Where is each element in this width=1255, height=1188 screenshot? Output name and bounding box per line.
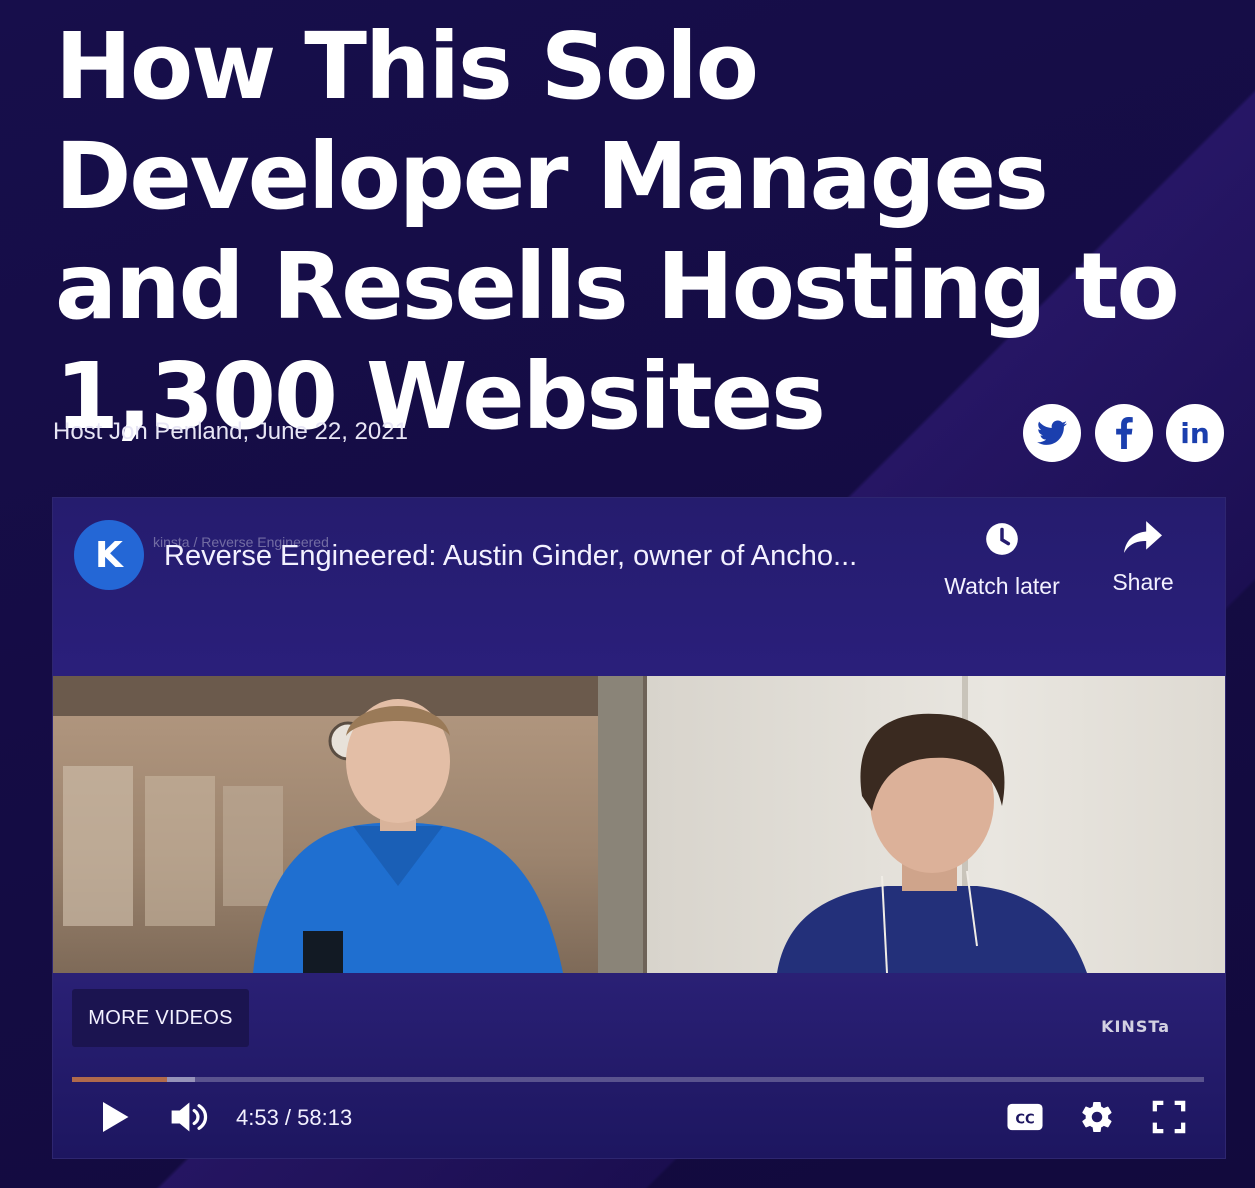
share-label: Share [1112,569,1174,595]
share-button[interactable]: Share [1098,520,1188,596]
video-player[interactable]: K kinsta / Reverse Engineered Reverse En… [52,497,1226,1159]
volume-icon [170,1099,212,1140]
linkedin-share-button[interactable]: in [1166,404,1224,462]
video-title[interactable]: Reverse Engineered: Austin Ginder, owner… [164,540,857,573]
video-frame[interactable] [53,676,1225,973]
player-header: K kinsta / Reverse Engineered Reverse En… [53,498,1225,676]
article-byline: Host Jon Penland, June 22, 2021 [53,418,408,445]
twitter-share-button[interactable] [1023,404,1081,462]
facebook-icon [1114,417,1134,449]
play-button[interactable] [95,1099,135,1139]
twitter-icon [1037,420,1067,446]
channel-avatar[interactable]: K [74,520,144,590]
channel-watermark[interactable]: KINSTa [1101,1017,1170,1036]
play-icon [100,1100,130,1139]
closed-captions-button[interactable]: CC [1003,1099,1047,1139]
settings-gear-icon [1079,1099,1115,1140]
host-webcam-image [53,676,643,973]
facebook-share-button[interactable] [1095,404,1153,462]
fullscreen-icon [1152,1100,1186,1139]
more-videos-button[interactable]: MORE VIDEOS [72,989,249,1047]
progress-played [72,1077,168,1082]
player-controls-area: MORE VIDEOS KINSTa 4:53 / 58:13 CC [53,973,1225,1158]
share-arrow-icon [1124,521,1162,558]
progress-bar[interactable] [72,1077,1204,1082]
watch-later-label: Watch later [944,573,1060,599]
volume-button[interactable] [166,1099,216,1139]
guest-webcam-image [777,676,1087,973]
linkedin-icon: in [1180,416,1210,450]
article-headline: How This Solo Developer Manages and Rese… [55,13,1180,450]
watch-later-button[interactable]: Watch later [937,520,1067,600]
fullscreen-button[interactable] [1147,1099,1191,1139]
channel-avatar-letter: K [95,534,123,576]
video-pane-host [53,676,643,973]
video-pane-guest [647,676,1225,973]
settings-button[interactable] [1075,1099,1119,1139]
time-display: 4:53 / 58:13 [236,1105,353,1130]
closed-captions-icon: CC [1006,1102,1044,1137]
clock-icon [983,523,1021,562]
svg-text:CC: CC [1015,1112,1034,1127]
